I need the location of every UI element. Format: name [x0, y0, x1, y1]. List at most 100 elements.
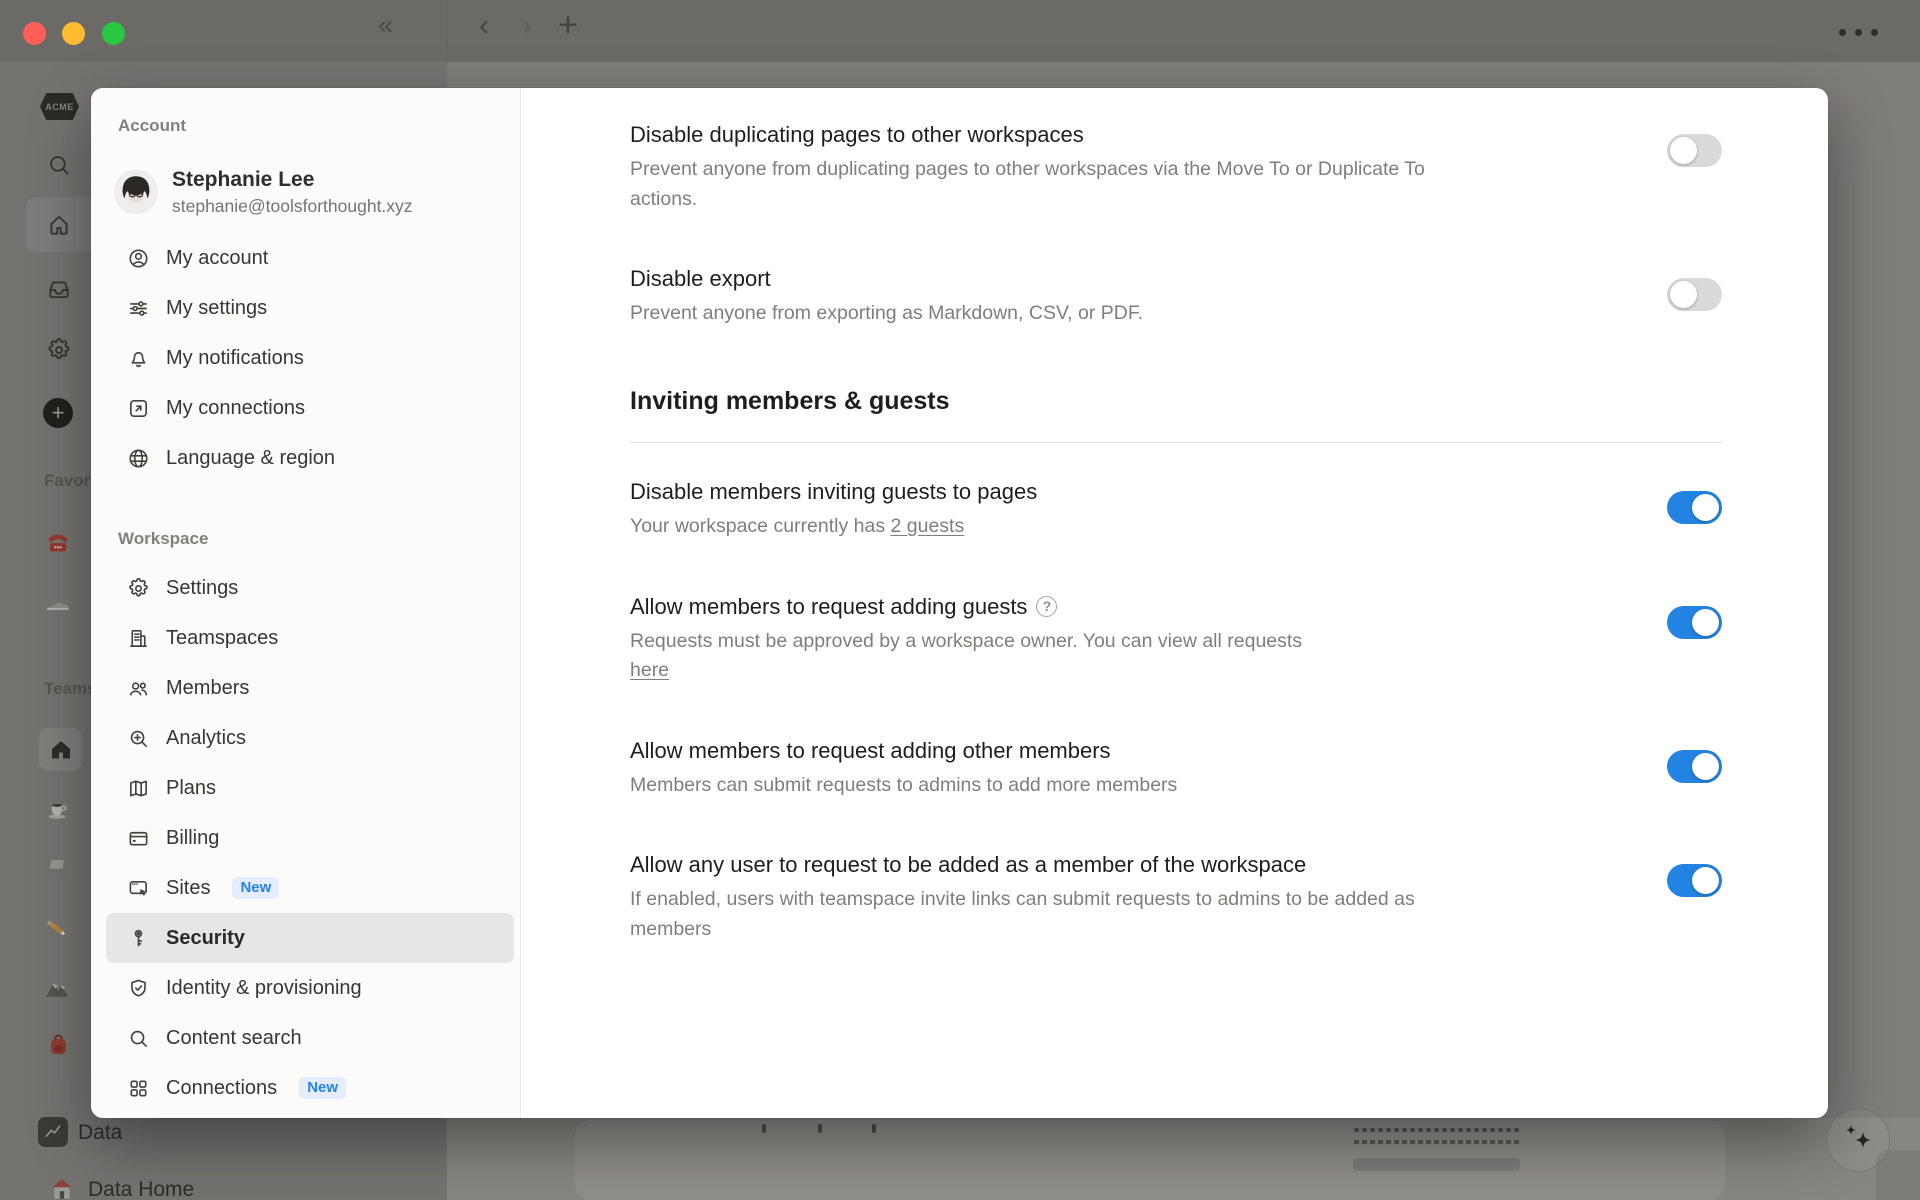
setting-description: Prevent anyone from exporting as Markdow… [630, 299, 1143, 329]
sidebar-item-security[interactable]: Security [106, 913, 514, 963]
pencil-page-icon[interactable] [44, 915, 72, 943]
guests-count-link[interactable]: 2 guests [891, 515, 965, 537]
people-icon [127, 677, 150, 700]
setting-row-disable-export: Disable export Prevent anyone from expor… [630, 266, 1722, 329]
user-profile[interactable]: Stephanie Lee stephanie@toolsforthought.… [115, 162, 520, 222]
backpack-page-icon[interactable] [45, 1031, 72, 1058]
new-badge: New [299, 1077, 346, 1099]
building-icon [127, 627, 150, 650]
sidebar-item-sites[interactable]: SitesNew [106, 863, 514, 913]
gear-icon [127, 577, 150, 600]
sneaker-page-icon[interactable] [44, 587, 72, 615]
forward-icon[interactable]: › [522, 11, 532, 41]
window-titlebar [0, 0, 1920, 62]
new-tab-icon[interactable]: + [558, 8, 578, 42]
sidebar-item-data-home[interactable]: Data Home [88, 1178, 194, 1200]
settings-sidebar: Account Stephanie Lee stephanie@toolsfor… [91, 88, 521, 1118]
sidebar-item-language-region[interactable]: Language & region [106, 433, 514, 483]
arrow-up-right-icon [127, 397, 150, 420]
mountain-page-icon[interactable] [43, 974, 71, 1002]
close-button[interactable] [23, 22, 46, 45]
user-name: Stephanie Lee [172, 167, 413, 193]
sidebar-item-analytics[interactable]: Analytics [106, 713, 514, 763]
setting-title: Allow any user to request to be added as… [630, 852, 1430, 878]
sidebar-item-content-search[interactable]: Content search [106, 1013, 514, 1063]
toggle-disable-export[interactable] [1667, 278, 1722, 311]
avatar [115, 171, 157, 213]
user-email: stephanie@toolsforthought.xyz [172, 196, 413, 217]
workspace-logo[interactable]: ACME [40, 93, 79, 120]
sidebar-item-members[interactable]: Members [106, 663, 514, 713]
setting-title: Disable export [630, 266, 1143, 292]
bell-icon [127, 347, 150, 370]
security-settings-panel: Disable duplicating pages to other works… [521, 88, 1828, 1118]
account-section-header: Account [91, 116, 520, 136]
more-menu-icon[interactable] [1839, 29, 1878, 36]
setting-title: Allow members to request adding guests? [630, 594, 1302, 620]
settings-gear-icon[interactable] [46, 337, 72, 363]
laptop-page-icon[interactable] [43, 853, 71, 881]
zoom-button[interactable] [102, 22, 125, 45]
ai-sparkle-button[interactable] [1826, 1108, 1890, 1172]
inbox-icon[interactable] [46, 276, 72, 302]
setting-title: Disable duplicating pages to other works… [630, 122, 1430, 148]
minimize-button[interactable] [62, 22, 85, 45]
setting-row-request-guests: Allow members to request adding guests? … [630, 594, 1722, 686]
teamspace-home-icon[interactable] [49, 738, 73, 762]
setting-row-disable-duplicating: Disable duplicating pages to other works… [630, 122, 1722, 214]
shield-check-icon [127, 977, 150, 1000]
setting-description: Requests must be approved by a workspace… [630, 627, 1302, 686]
person-circle-icon [127, 247, 150, 270]
sliders-icon [127, 297, 150, 320]
phone-page-icon[interactable] [44, 528, 72, 556]
setting-title: Disable members inviting guests to pages [630, 479, 1037, 505]
credit-card-icon [127, 827, 150, 850]
settings-dialog: Account Stephanie Lee stephanie@toolsfor… [91, 88, 1828, 1118]
sidebar-item-settings[interactable]: Settings [106, 563, 514, 613]
setting-row-request-members: Allow members to request adding other me… [630, 738, 1722, 801]
toggle-disable-guest-invites[interactable] [1667, 491, 1722, 524]
coffee-page-icon[interactable] [44, 795, 71, 822]
browser-cursor-icon [127, 877, 150, 900]
section-heading: Inviting members & guests [630, 387, 1722, 416]
data-page-icon[interactable] [38, 1117, 68, 1147]
sidebar-item-plans[interactable]: Plans [106, 763, 514, 813]
sidebar-item-connections[interactable]: ConnectionsNew [106, 1063, 514, 1113]
back-icon[interactable]: ‹ [479, 11, 489, 41]
setting-description: Your workspace currently has 2 guests [630, 512, 1037, 542]
sidebar-item-my-notifications[interactable]: My notifications [106, 333, 514, 383]
help-icon[interactable]: ? [1036, 596, 1057, 617]
sparkle-icon [1838, 1120, 1878, 1160]
sidebar-item-my-settings[interactable]: My settings [106, 283, 514, 333]
home-icon[interactable] [46, 212, 72, 238]
toggle-disable-duplicating[interactable] [1667, 134, 1722, 167]
requests-link[interactable]: here [630, 659, 669, 681]
grid-icon [127, 1077, 150, 1100]
section-divider [630, 442, 1722, 443]
setting-description: Members can submit requests to admins to… [630, 771, 1177, 801]
new-page-icon[interactable]: + [43, 398, 73, 428]
setting-row-any-user-request: Allow any user to request to be added as… [630, 852, 1722, 944]
sidebar-item-my-account[interactable]: My account [106, 233, 514, 283]
key-icon [127, 927, 150, 950]
toggle-request-guests[interactable] [1667, 606, 1722, 639]
magnifier-plus-icon [127, 727, 150, 750]
sidebar-item-data[interactable]: Data [78, 1121, 122, 1145]
workspace-section-header: Workspace [91, 529, 520, 549]
collapse-sidebar-icon[interactable]: « [378, 12, 390, 39]
setting-description: Prevent anyone from duplicating pages to… [630, 155, 1430, 214]
dimmed-page-card [575, 1120, 1725, 1200]
magnifier-icon [127, 1027, 150, 1050]
sidebar-item-billing[interactable]: Billing [106, 813, 514, 863]
map-icon [127, 777, 150, 800]
data-home-page-icon[interactable] [49, 1176, 75, 1200]
toggle-request-members[interactable] [1667, 750, 1722, 783]
toggle-any-user-request[interactable] [1667, 864, 1722, 897]
search-icon[interactable] [46, 152, 72, 178]
globe-icon [127, 447, 150, 470]
sidebar-item-teamspaces[interactable]: Teamspaces [106, 613, 514, 663]
setting-row-disable-guest-invites: Disable members inviting guests to pages… [630, 479, 1722, 542]
setting-description: If enabled, users with teamspace invite … [630, 885, 1430, 944]
sidebar-item-my-connections[interactable]: My connections [106, 383, 514, 433]
sidebar-item-identity-provisioning[interactable]: Identity & provisioning [106, 963, 514, 1013]
